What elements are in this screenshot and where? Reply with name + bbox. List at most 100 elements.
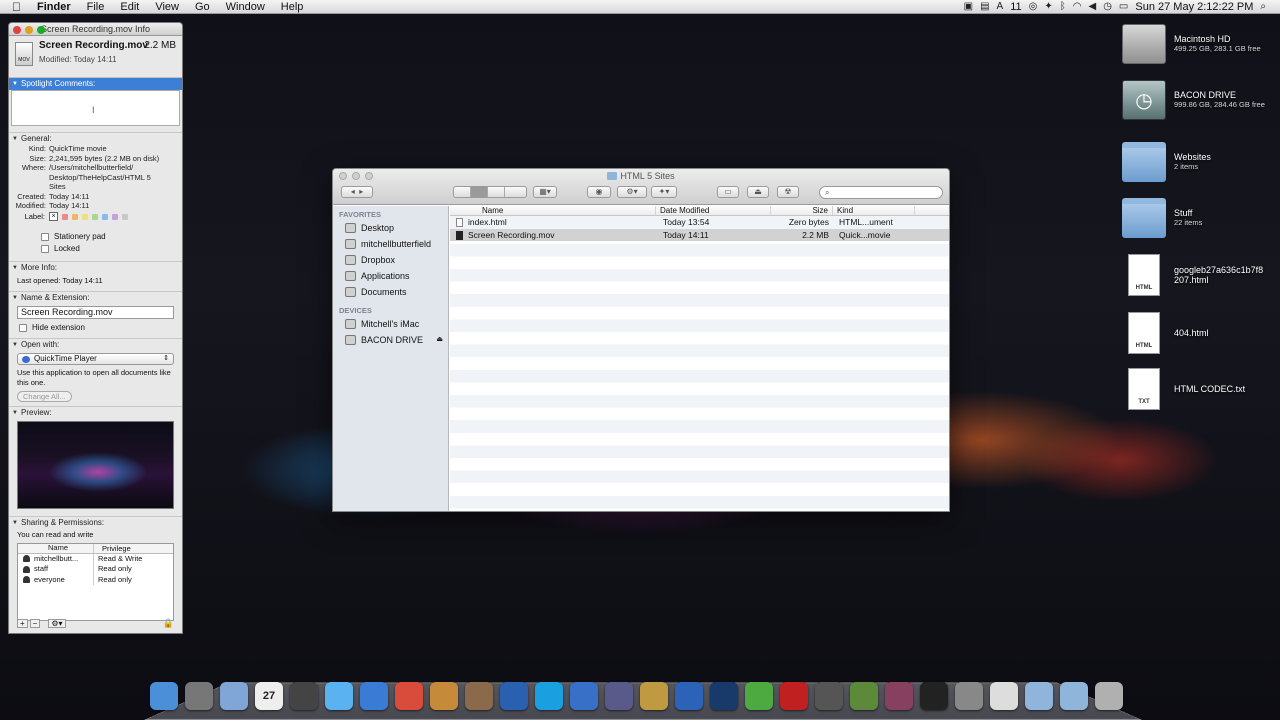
section-general[interactable]: General: (9, 132, 182, 145)
desktop-item-bacon-drive[interactable]: ◷ BACON DRIVE 999.86 GB, 284.46 GB free (1122, 80, 1265, 120)
dock-calendar-icon[interactable]: 27 (255, 682, 283, 710)
view-switcher[interactable] (453, 186, 527, 198)
menu-go[interactable]: Go (195, 0, 210, 14)
label-swatch-2[interactable] (72, 213, 78, 220)
label-swatch-7[interactable] (122, 213, 128, 220)
sync-icon[interactable]: ◎ (1029, 1, 1038, 12)
section-sharing[interactable]: Sharing & Permissions: (9, 515, 182, 529)
menu-view[interactable]: View (155, 0, 179, 14)
change-all-button[interactable]: Change All... (17, 390, 72, 402)
perm-privilege[interactable]: Read only (98, 564, 132, 573)
sidebar-item-applications[interactable]: Applications (333, 268, 448, 284)
dock-app-icon[interactable] (640, 682, 668, 710)
locked-checkbox-row[interactable]: Locked (9, 243, 182, 255)
label-swatch-5[interactable] (102, 213, 108, 220)
dock-notes-icon[interactable] (990, 682, 1018, 710)
desktop-item-404-html[interactable]: HTML 404.html (1122, 312, 1209, 354)
desktop-item-macintosh-hd[interactable]: Macintosh HD 499.25 GB, 283.1 GB free (1122, 24, 1261, 64)
arrange-button[interactable]: ▦▾ (533, 186, 557, 198)
menu-help[interactable]: Help (281, 0, 304, 14)
info-title-bar[interactable]: Screen Recording.mov Info (9, 23, 182, 36)
dropbox-share-icon[interactable]: ✦▾ (651, 186, 677, 198)
dock-documents-stack-icon[interactable] (1060, 682, 1088, 710)
dock-skype-icon[interactable] (535, 682, 563, 710)
dock-itunes-icon[interactable] (360, 682, 388, 710)
coverflow-view-button[interactable] (505, 187, 522, 197)
column-kind[interactable]: Kind (833, 206, 915, 215)
back-icon[interactable]: ◂ (351, 187, 355, 196)
dock-globe-icon[interactable] (500, 682, 528, 710)
label-none-button[interactable]: × (49, 212, 58, 221)
section-preview[interactable]: Preview: (9, 405, 182, 419)
dock-filezilla-icon[interactable] (780, 682, 808, 710)
lock-icon[interactable]: 🔒 (163, 618, 174, 629)
dock-word-icon[interactable] (675, 682, 703, 710)
menu-window[interactable]: Window (226, 0, 265, 14)
dock-brush-icon[interactable] (885, 682, 913, 710)
apple-menu-icon[interactable]:  (12, 0, 26, 14)
menu-finder[interactable]: Finder (37, 0, 71, 14)
menu-file[interactable]: File (87, 0, 105, 14)
spotlight-icon[interactable]: ⌕ (1260, 1, 1266, 12)
open-with-popup[interactable]: QuickTime Player ⇕ (17, 352, 174, 365)
volume-icon[interactable]: ◀ (1088, 1, 1096, 12)
section-spotlight-comments[interactable]: Spotlight Comments: (9, 78, 182, 90)
hide-extension-row[interactable]: Hide extension (9, 322, 182, 334)
section-open-with[interactable]: Open with: (9, 337, 182, 351)
table-row[interactable]: mitchellbutt... Read & Write (18, 553, 173, 564)
dock-leaf-icon[interactable] (745, 682, 773, 710)
dock-facetime-icon[interactable] (290, 682, 318, 710)
table-row[interactable]: staff Read only (18, 564, 173, 575)
sidebar-item-bacon-drive[interactable]: BACON DRIVE ⏏ (333, 332, 448, 348)
column-date[interactable]: Date Modified (656, 206, 771, 215)
close-button[interactable] (13, 26, 21, 34)
perm-privilege[interactable]: Read & Write (98, 554, 142, 563)
label-swatch-1[interactable] (62, 213, 68, 220)
label-swatch-3[interactable] (82, 213, 88, 220)
back-forward-buttons[interactable]: ◂ ▸ (341, 186, 373, 198)
desktop-item-html-codec[interactable]: TXT HTML CODEC.txt (1122, 368, 1245, 410)
label-swatch-4[interactable] (92, 213, 98, 220)
sidebar-item-home[interactable]: mitchellbutterfield (333, 236, 448, 252)
sidebar-item-imac[interactable]: Mitchell's iMac (333, 316, 448, 332)
section-more-info[interactable]: More Info: (9, 260, 182, 274)
action-gear-icon[interactable]: ⚙▾ (617, 186, 647, 198)
dock-iphoto-icon[interactable] (465, 682, 493, 710)
column-size[interactable]: Size (771, 206, 833, 215)
finder-toolbar[interactable]: HTML 5 Sites ◂ ▸ ▦▾ ◉ ⚙▾ ✦▾ ▭ ⏏ ☢ ⌕ (333, 169, 949, 205)
dock-preview-icon[interactable] (220, 682, 248, 710)
quick-look-icon[interactable]: ◉ (587, 186, 611, 198)
dock-steam-icon[interactable] (815, 682, 843, 710)
dock-garageband-icon[interactable] (430, 682, 458, 710)
wifi-icon[interactable]: ◠ (1073, 1, 1082, 12)
dock-quicktime-icon[interactable] (570, 682, 598, 710)
dock-chrome-icon[interactable] (395, 682, 423, 710)
eject-icon[interactable]: ⏏ (747, 186, 769, 198)
dock-terminal-icon[interactable] (920, 682, 948, 710)
clock[interactable]: Sun 27 May 2:12:22 PM (1135, 1, 1253, 13)
remove-user-button[interactable]: − (29, 618, 41, 628)
dock-system-preferences-icon[interactable] (955, 682, 983, 710)
table-row[interactable]: everyone Read only (18, 574, 173, 585)
file-row-screen-recording[interactable]: Screen Recording.mov Today 14:11 2.2 MB … (450, 228, 949, 242)
new-folder-icon[interactable]: ▭ (717, 186, 739, 198)
dock-photoshop-icon[interactable] (710, 682, 738, 710)
dock-launchpad-icon[interactable] (185, 682, 213, 710)
dock-messages-icon[interactable] (325, 682, 353, 710)
label-swatch-6[interactable] (112, 213, 118, 220)
sidebar-item-dropbox[interactable]: Dropbox (333, 252, 448, 268)
hide-extension-checkbox[interactable] (19, 323, 27, 332)
dropbox-icon[interactable]: ✦ (1044, 1, 1052, 12)
perm-privilege[interactable]: Read only (98, 575, 132, 584)
name-field[interactable]: Screen Recording.mov (17, 305, 174, 319)
forward-icon[interactable]: ▸ (359, 187, 363, 196)
add-user-button[interactable]: + (17, 618, 28, 628)
zoom-button[interactable] (37, 26, 45, 34)
section-name-extension[interactable]: Name & Extension: (9, 290, 182, 304)
dock-imovie-icon[interactable] (605, 682, 633, 710)
stationery-checkbox[interactable] (41, 232, 49, 241)
desktop-item-googleb-html[interactable]: HTML googleb27a636c1b7f8 207.html (1122, 254, 1263, 296)
dock-trash-icon[interactable] (1095, 682, 1123, 710)
status-count[interactable]: 11 (1010, 1, 1021, 13)
column-view-button[interactable] (488, 187, 505, 197)
